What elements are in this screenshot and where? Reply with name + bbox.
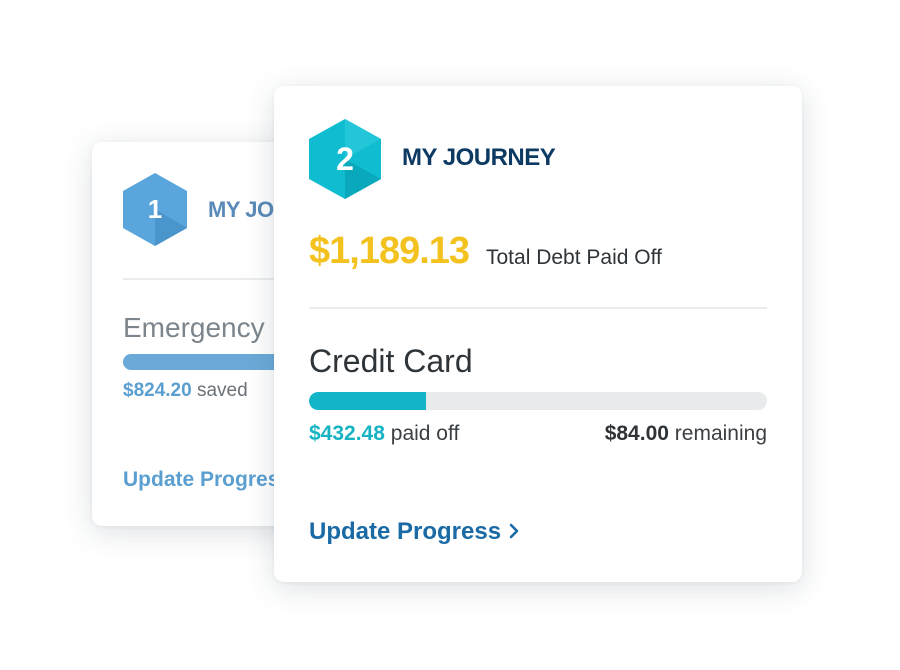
saved-label: saved	[196, 380, 248, 401]
journey-title: MY JOURNEY	[402, 144, 556, 171]
category-title: Emergency	[123, 312, 265, 343]
paid-off-line: $432.48 paid off	[309, 422, 459, 446]
paid-off-amount: $432.48	[309, 422, 385, 445]
step-1-hexagon-icon: 1	[123, 173, 187, 246]
debt-progress-bar	[309, 392, 767, 410]
category-title: Credit Card	[309, 343, 473, 379]
journey-card-step-2: 2 MY JOURNEY $1,189.13 Total Debt Paid O…	[274, 86, 802, 582]
remaining-label: remaining	[674, 422, 767, 445]
chevron-right-icon	[509, 518, 519, 546]
divider	[309, 307, 767, 309]
update-progress-link[interactable]: Update Progress	[309, 518, 519, 546]
total-debt-paid-amount: $1,189.13	[309, 230, 470, 272]
update-progress-label: Update Progress	[309, 518, 502, 545]
saved-amount-line: $824.20 saved	[123, 380, 248, 402]
step-2-number: 2	[336, 140, 354, 177]
debt-progress-fill	[309, 392, 426, 410]
step-2-hexagon-icon: 2	[309, 119, 381, 199]
total-debt-paid-label: Total Debt Paid Off	[486, 246, 662, 269]
saved-amount: $824.20	[123, 380, 192, 401]
update-progress-link[interactable]: Update Progress	[123, 468, 291, 492]
paid-off-label: paid off	[390, 422, 460, 445]
step-1-number: 1	[147, 194, 163, 224]
remaining-line: $84.00 remaining	[605, 422, 767, 446]
remaining-amount: $84.00	[604, 422, 669, 445]
